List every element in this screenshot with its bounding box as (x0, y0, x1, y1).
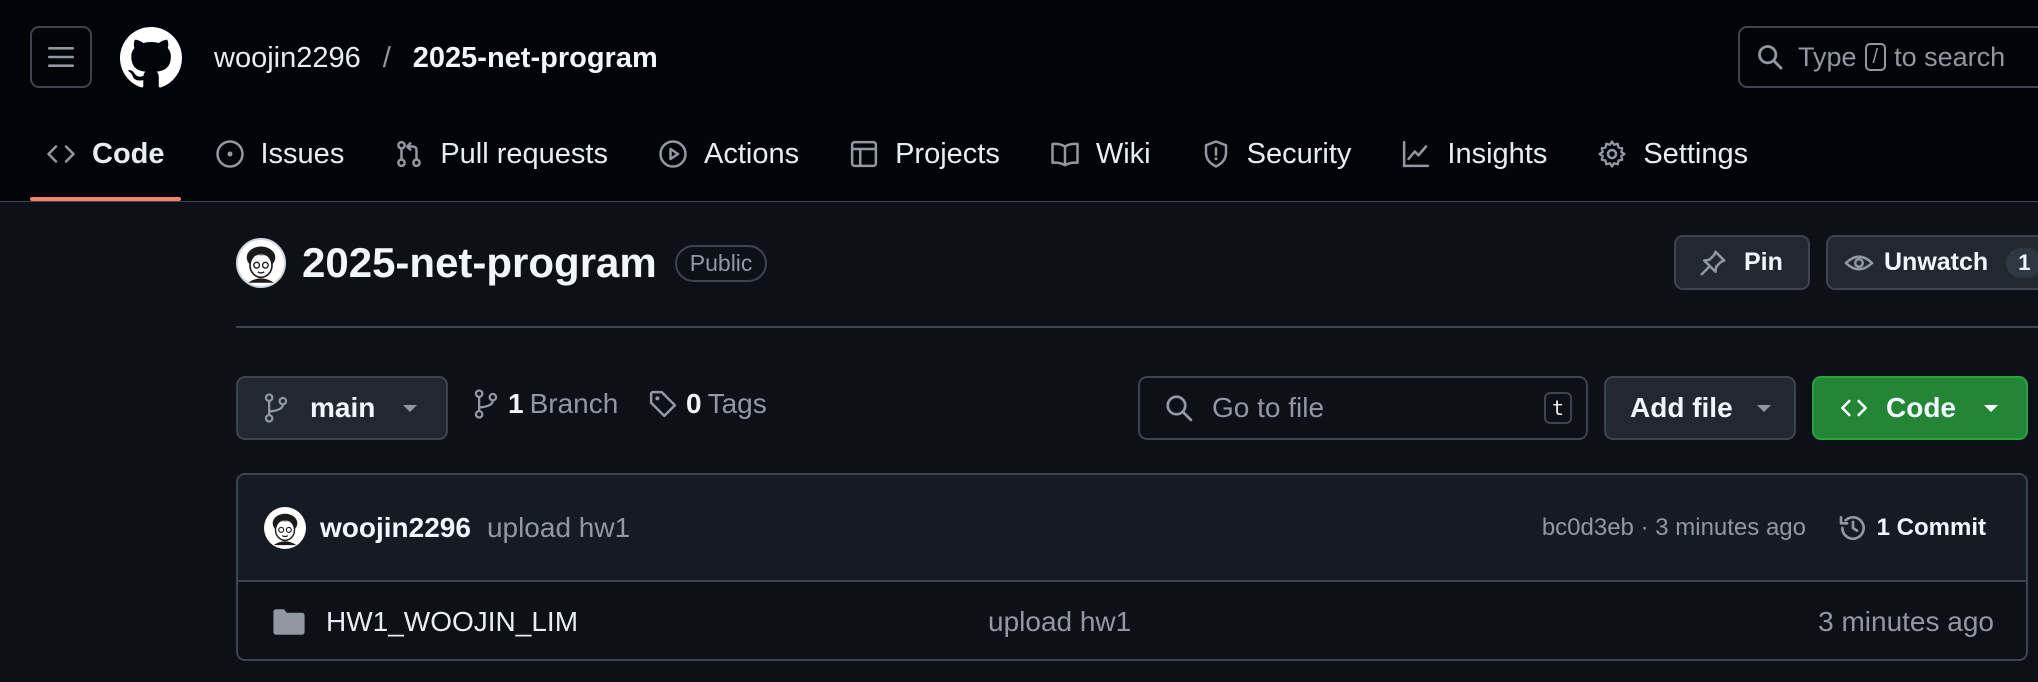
header-divider (236, 326, 2038, 328)
go-to-file-placeholder: Go to file (1212, 392, 1325, 423)
visibility-badge: Public (674, 244, 768, 282)
search-shortcut-key: / (1864, 43, 1887, 71)
tab-insights[interactable]: Insights (1385, 128, 1563, 180)
commit-count: 1 Commit (1876, 513, 1986, 541)
hamburger-icon (48, 47, 74, 67)
tag-count: 0 (686, 388, 702, 419)
code-button[interactable]: Code (1812, 376, 2028, 440)
tab-security-label: Security (1246, 137, 1352, 170)
unwatch-button[interactable]: Unwatch 1 (1826, 235, 2038, 290)
tag-icon (649, 390, 677, 418)
eye-icon (1844, 255, 1874, 270)
tab-code-label: Code (92, 137, 165, 170)
tab-pull-requests-label: Pull requests (440, 137, 608, 170)
owner-avatar[interactable] (236, 238, 286, 288)
branch-icon (264, 393, 288, 423)
branch-count-label: Branch (529, 388, 619, 419)
tab-code[interactable]: Code (30, 128, 181, 201)
avatar-face-icon (246, 246, 276, 283)
table-icon (850, 140, 878, 168)
breadcrumb: woojin2296 / 2025-net-program (214, 38, 658, 78)
tab-security[interactable]: Security (1185, 128, 1368, 180)
shield-icon (1204, 140, 1227, 168)
file-name[interactable]: HW1_WOOJIN_LIM (326, 606, 578, 638)
search-icon (1166, 395, 1193, 422)
branch-name: main (310, 392, 376, 423)
tab-pull-requests[interactable]: Pull requests (378, 128, 624, 180)
branch-icon (474, 389, 498, 419)
commit-author-avatar[interactable] (264, 506, 306, 549)
search-suffix: to search (1894, 41, 2006, 72)
pin-icon (1700, 250, 1726, 275)
code-icon (47, 145, 75, 163)
search-prefix: Type (1798, 41, 1857, 72)
tab-projects[interactable]: Projects (833, 128, 1016, 180)
tab-wiki[interactable]: Wiki (1034, 128, 1167, 180)
file-browser: woojin2296 upload hw1 bc0d3eb · 3 minute… (236, 473, 2028, 661)
go-to-file-shortcut: t (1543, 392, 1572, 424)
watch-count-badge: 1 (2006, 247, 2038, 278)
global-header: woojin2296 / 2025-net-program Type / to … (0, 0, 2038, 202)
tab-actions[interactable]: Actions (642, 128, 815, 180)
tab-issues[interactable]: Issues (199, 128, 361, 180)
file-age: 3 minutes ago (1818, 606, 1994, 637)
breadcrumb-separator: / (382, 42, 391, 74)
breadcrumb-owner-link[interactable]: woojin2296 (214, 38, 361, 78)
issue-icon (215, 140, 244, 168)
repo-name[interactable]: 2025-net-program (302, 239, 657, 287)
add-file-button[interactable]: Add file (1604, 376, 1796, 440)
github-logo-icon[interactable] (120, 27, 182, 89)
tab-insights-label: Insights (1447, 137, 1548, 170)
history-icon (1839, 515, 1865, 540)
tab-settings-label: Settings (1643, 137, 1749, 170)
tab-actions-label: Actions (703, 137, 800, 170)
tab-issues-label: Issues (260, 137, 345, 170)
repo-title-row: 2025-net-program Public (236, 238, 768, 288)
add-file-label: Add file (1630, 392, 1733, 423)
pull-request-icon (397, 140, 422, 168)
commit-message[interactable]: upload hw1 (487, 512, 630, 544)
code-button-label: Code (1886, 392, 1956, 423)
branch-selector[interactable]: main (236, 376, 448, 440)
latest-commit-row: woojin2296 upload hw1 bc0d3eb · 3 minute… (238, 475, 2026, 582)
pin-button[interactable]: Pin (1674, 235, 1810, 290)
unwatch-label: Unwatch (1884, 248, 1989, 276)
tab-projects-label: Projects (895, 137, 1000, 170)
graph-icon (1403, 140, 1430, 168)
caret-down-icon (403, 405, 418, 412)
gear-icon (1598, 140, 1626, 168)
code-icon (1841, 399, 1867, 417)
search-icon (1758, 45, 1783, 70)
tab-settings[interactable]: Settings (1581, 128, 1764, 180)
book-icon (1051, 142, 1079, 167)
commit-author[interactable]: woojin2296 (320, 512, 471, 544)
global-search-input[interactable]: Type / to search (1738, 26, 2038, 88)
branch-count: 1 (508, 388, 524, 419)
caret-down-icon (1984, 405, 1998, 412)
branches-link[interactable]: 1 Branch (472, 388, 618, 420)
tags-link[interactable]: 0 Tags (648, 388, 767, 420)
file-row[interactable]: HW1_WOOJIN_LIM upload hw1 3 minutes ago (238, 582, 2026, 659)
play-icon (659, 140, 687, 168)
file-commit-message[interactable]: upload hw1 (988, 606, 1131, 638)
menu-button[interactable] (30, 26, 92, 88)
tab-wiki-label: Wiki (1095, 137, 1151, 170)
caret-down-icon (1756, 405, 1771, 412)
avatar-face-icon (272, 513, 298, 545)
commit-history-link[interactable]: 1 Commit (1837, 512, 1986, 544)
tag-count-label: Tags (707, 388, 767, 419)
repo-nav-tabs: Code Issues Pull requests Actions Projec… (30, 128, 1782, 201)
go-to-file-input[interactable]: Go to file t (1138, 376, 1588, 440)
pin-label: Pin (1744, 248, 1783, 276)
commit-hash-and-time[interactable]: bc0d3eb · 3 minutes ago (1542, 514, 1806, 542)
folder-icon (273, 609, 305, 635)
breadcrumb-repo-link[interactable]: 2025-net-program (413, 38, 658, 78)
